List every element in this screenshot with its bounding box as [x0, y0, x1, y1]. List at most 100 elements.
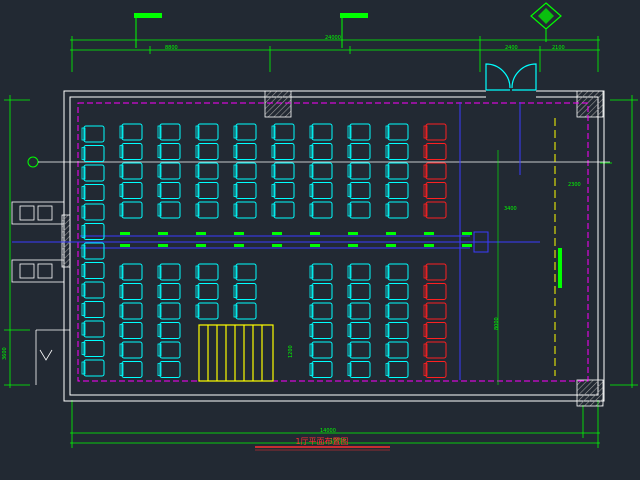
- seat-icon: [233, 162, 257, 180]
- seat-icon: [347, 182, 371, 199]
- seat-icon: [385, 302, 409, 320]
- seat-icon: [81, 301, 105, 318]
- center-label: 8000: [494, 317, 500, 330]
- seat-icon: [309, 162, 333, 180]
- seat-icon: [119, 361, 143, 378]
- seat-icon: [423, 341, 447, 359]
- seat-icon: [81, 242, 105, 260]
- seat-icon: [81, 359, 105, 377]
- seat-icon: [233, 302, 257, 320]
- seat-icon: [195, 201, 219, 219]
- seat-icon: [119, 322, 143, 339]
- circuit-tag: [120, 232, 130, 235]
- seat-icon: [423, 143, 447, 160]
- seat-icon: [81, 125, 105, 143]
- seat-icon: [195, 162, 219, 180]
- seat-icon: [119, 123, 143, 141]
- seat-icon: [385, 263, 409, 281]
- seat-icon: [81, 281, 105, 299]
- seat-icon: [423, 263, 447, 281]
- seat-icon: [233, 123, 257, 141]
- seat-icon: [423, 283, 447, 300]
- seat-icon: [81, 223, 105, 240]
- circuit-tag: [234, 244, 244, 247]
- seat-icon: [157, 162, 181, 180]
- screen-indicator: [558, 248, 562, 288]
- seat-icon: [195, 302, 219, 320]
- seat-icon: [81, 184, 105, 201]
- seat-icon: [347, 123, 371, 141]
- seat-icon: [119, 283, 143, 300]
- seat-icon: [423, 302, 447, 320]
- seat-icon: [385, 162, 409, 180]
- seat-icon: [233, 263, 257, 281]
- dim-top-right-a: 2400: [505, 45, 518, 51]
- seat-icon: [81, 340, 105, 357]
- seat-icon: [309, 201, 333, 219]
- circuit-tag: [158, 232, 168, 235]
- seat-icon: [157, 341, 181, 359]
- seat-icon: [347, 143, 371, 160]
- seat-icon: [347, 322, 371, 339]
- seat-icon: [195, 123, 219, 141]
- seat-icon: [423, 322, 447, 339]
- dim-right-label: 2300: [568, 182, 581, 188]
- circuit-tag: [386, 244, 396, 247]
- seat-icon: [385, 201, 409, 219]
- seat-icon: [157, 201, 181, 219]
- seat-icon: [195, 283, 219, 300]
- seat-icon: [271, 182, 295, 199]
- dim-top-right-b: 2100: [552, 45, 565, 51]
- seat-icon: [423, 162, 447, 180]
- seat-icon: [81, 262, 105, 279]
- circuit-tag: [272, 244, 282, 247]
- seat-icon: [423, 361, 447, 378]
- seat-icon: [309, 361, 333, 378]
- circuit-tag: [234, 232, 244, 235]
- seat-icon: [157, 361, 181, 378]
- circuit-tag: [310, 232, 320, 235]
- seat-icon: [81, 145, 105, 162]
- seat-icon: [119, 162, 143, 180]
- seat-icon: [157, 263, 181, 281]
- circuit-tag: [310, 244, 320, 247]
- seat-icon: [233, 143, 257, 160]
- seat-icon: [81, 203, 105, 221]
- seat-icon: [119, 143, 143, 160]
- seat-icon: [119, 182, 143, 199]
- seat-icon: [309, 182, 333, 199]
- circuit-tag: [120, 244, 130, 247]
- stage-stair: [198, 324, 274, 382]
- seat-icon: [157, 123, 181, 141]
- seat-icon: [347, 162, 371, 180]
- seat-icon: [119, 302, 143, 320]
- seat-icon: [385, 283, 409, 300]
- stair-label: 1200: [288, 345, 294, 358]
- drawing-title: 1厅平面布置图: [295, 436, 348, 446]
- room-walls: [63, 90, 605, 402]
- circuit-tag: [348, 232, 358, 235]
- seat-icon: [347, 201, 371, 219]
- seat-icon: [309, 302, 333, 320]
- seat-icon: [347, 341, 371, 359]
- seat-icon: [157, 283, 181, 300]
- door-swing-icon: [485, 63, 537, 100]
- seat-icon: [81, 320, 105, 338]
- north-compass-icon: [530, 2, 562, 42]
- seat-icon: [195, 143, 219, 160]
- seat-icon: [309, 263, 333, 281]
- dim-top-mid: 24000: [325, 35, 341, 41]
- seat-icon: [157, 302, 181, 320]
- seat-icon: [157, 143, 181, 160]
- seat-icon: [347, 263, 371, 281]
- mid-label: 3400: [504, 206, 517, 212]
- right-dimensions: [600, 95, 638, 388]
- seat-icon: [271, 123, 295, 141]
- callout-tags: [134, 13, 368, 48]
- seat-icon: [233, 182, 257, 199]
- seat-icon: [309, 143, 333, 160]
- circuit-tag: [196, 244, 206, 247]
- axis-marker-icon: [27, 156, 39, 168]
- seat-icon: [157, 322, 181, 339]
- seat-icon: [385, 341, 409, 359]
